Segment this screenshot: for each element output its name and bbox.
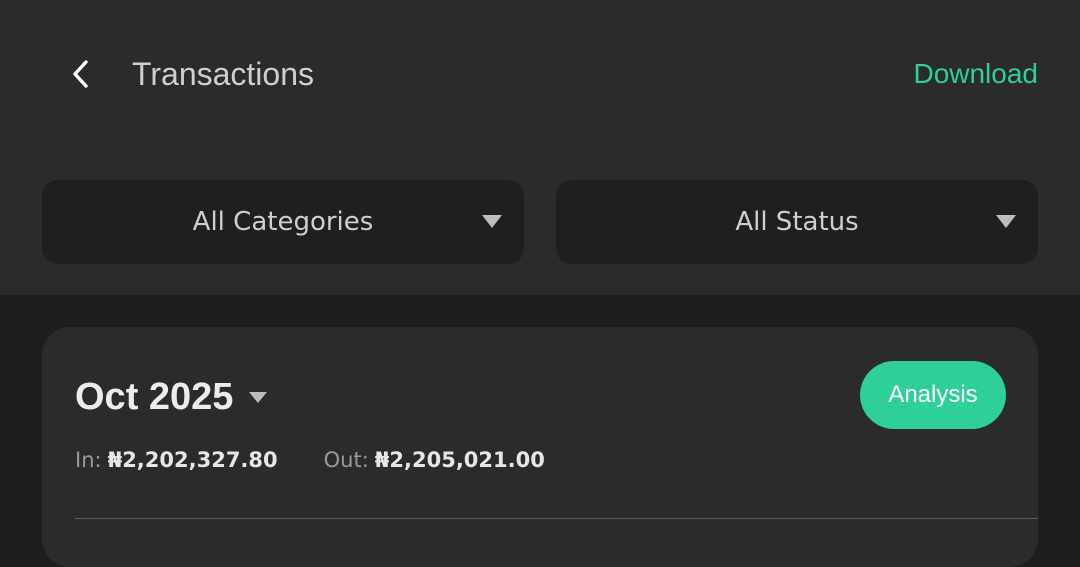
divider	[75, 518, 1038, 519]
download-button[interactable]: Download	[913, 52, 1038, 96]
status-filter-dropdown[interactable]: All Status	[556, 180, 1038, 264]
month-label: Oct 2025	[75, 376, 234, 418]
month-selector[interactable]: Oct 2025	[75, 375, 268, 419]
in-label: In:	[75, 448, 102, 472]
out-value: ₦2,205,021.00	[374, 448, 545, 472]
totals-row: In: ₦2,202,327.80 Out: ₦2,205,021.00	[75, 445, 545, 475]
status-filter-label: All Status	[735, 207, 859, 237]
in-value: ₦2,202,327.80	[107, 448, 278, 472]
top-bar: Transactions Download All Categories All…	[0, 0, 1080, 295]
caret-down-icon	[996, 215, 1016, 228]
month-summary-card: Oct 2025 Analysis In: ₦2,202,327.80 Out:…	[42, 327, 1038, 567]
back-button[interactable]	[60, 52, 100, 96]
page-title: Transactions	[132, 56, 314, 92]
caret-down-icon	[482, 215, 502, 228]
category-filter-dropdown[interactable]: All Categories	[42, 180, 524, 264]
analysis-button[interactable]: Analysis	[860, 361, 1006, 429]
category-filter-label: All Categories	[192, 207, 374, 237]
out-label: Out:	[323, 448, 369, 472]
out-group: Out: ₦2,205,021.00	[324, 445, 545, 475]
caret-down-icon	[249, 391, 268, 403]
chevron-left-icon	[73, 60, 88, 88]
